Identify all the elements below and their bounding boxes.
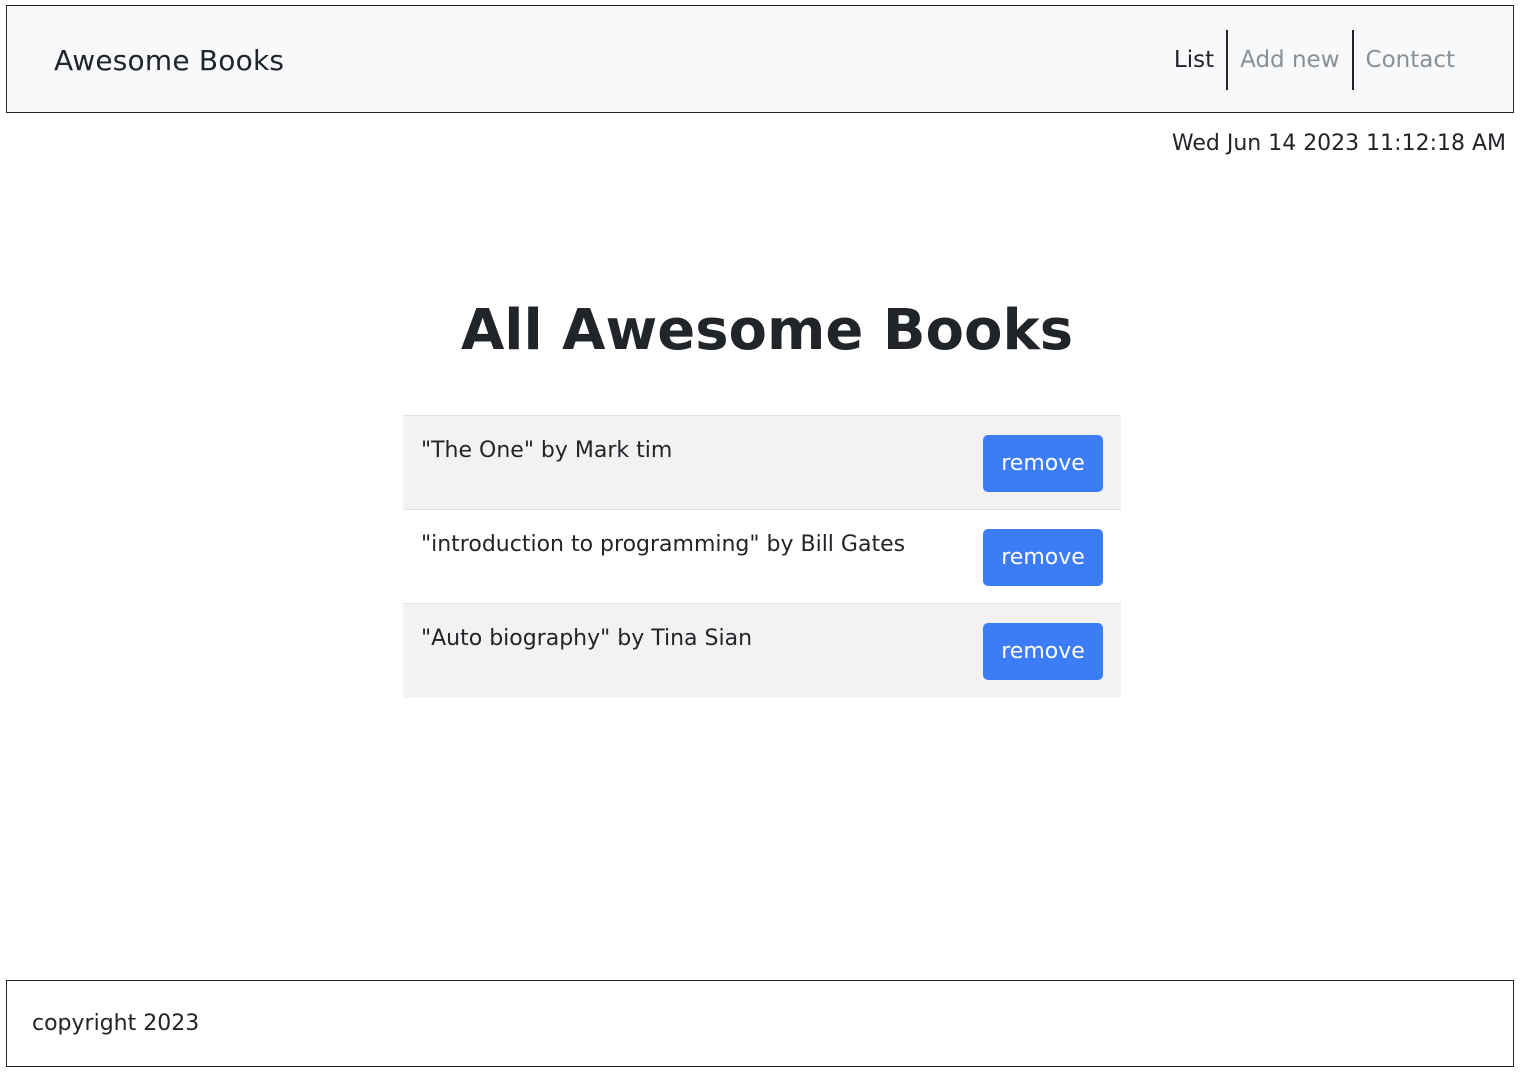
book-entry-text: "introduction to programming" by Bill Ga…	[421, 532, 906, 557]
book-row: "The One" by Mark tim remove	[403, 416, 1121, 510]
brand-logo[interactable]: Awesome Books	[54, 44, 284, 77]
copyright-text: copyright 2023	[32, 1011, 200, 1036]
book-row: "introduction to programming" by Bill Ga…	[403, 510, 1121, 604]
remove-button[interactable]: remove	[983, 435, 1103, 492]
nav-link-add-new[interactable]: Add new	[1228, 30, 1351, 90]
nav-links: List Add new Contact	[1162, 30, 1467, 90]
remove-button[interactable]: remove	[983, 623, 1103, 680]
navbar: Awesome Books List Add new Contact	[6, 5, 1514, 113]
nav-link-contact[interactable]: Contact	[1354, 30, 1467, 90]
nav-link-list[interactable]: List	[1162, 30, 1226, 90]
book-entry-text: "The One" by Mark tim	[421, 438, 673, 463]
book-row: "Auto biography" by Tina Sian remove	[403, 604, 1121, 698]
page: Awesome Books List Add new Contact Wed J…	[0, 0, 1534, 1073]
book-list: "The One" by Mark tim remove "introducti…	[403, 415, 1121, 698]
book-entry-text: "Auto biography" by Tina Sian	[421, 626, 753, 651]
page-title: All Awesome Books	[460, 298, 1074, 363]
current-datetime: Wed Jun 14 2023 11:12:18 AM	[1171, 131, 1506, 156]
footer: copyright 2023	[6, 980, 1514, 1067]
remove-button[interactable]: remove	[983, 529, 1103, 586]
